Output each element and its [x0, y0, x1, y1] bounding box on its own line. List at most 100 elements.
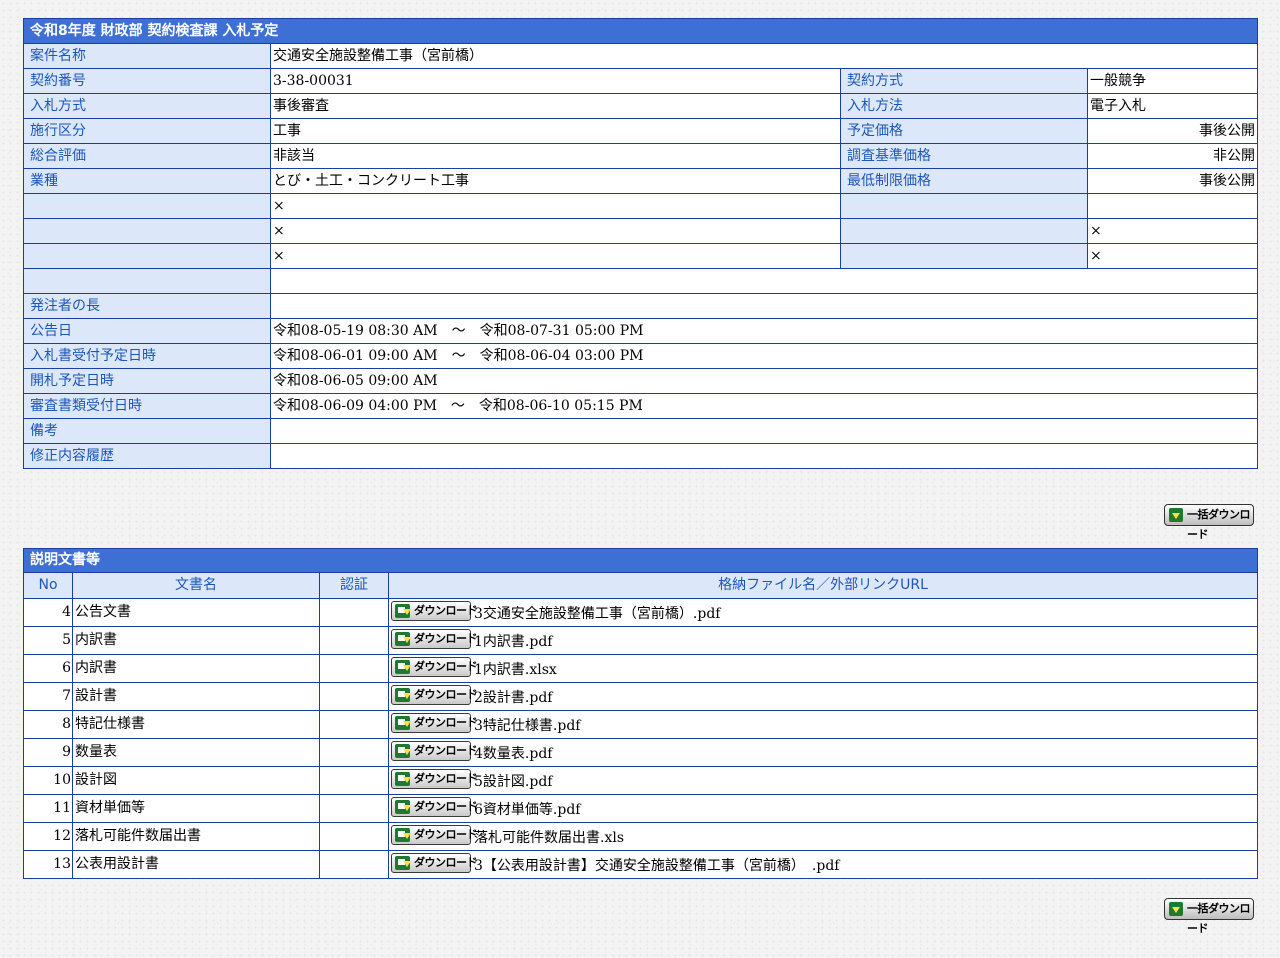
doc-no: 10	[23, 766, 73, 795]
info-label: 契約番号	[23, 68, 271, 94]
info-label: 施行区分	[23, 118, 271, 144]
file-name: 3特記仕様書.pdf	[474, 718, 581, 734]
file-name: 3【公表用設計書】交通安全施設整備工事（宮前橋） .pdf	[474, 858, 840, 874]
table-row: 8 特記仕様書 ダウンロード3特記仕様書.pdf	[23, 710, 1258, 739]
info-value: 工事	[270, 118, 841, 144]
doc-file: ダウンロード3交通安全施設整備工事（宮前橋）.pdf	[388, 598, 1258, 627]
info-label: 審査書類受付日時	[23, 393, 271, 419]
doc-file: ダウンロード6資材単価等.pdf	[388, 794, 1258, 823]
download-label: ダウンロード	[414, 688, 478, 701]
table-row: 10 設計図 ダウンロード5設計図.pdf	[23, 766, 1258, 795]
info-row: 開札予定日時 令和08-06-05 09:00 AM	[23, 368, 1258, 394]
doc-name: 資材単価等	[72, 794, 320, 823]
doc-file: ダウンロード1内訳書.pdf	[388, 626, 1258, 655]
col-header-no: No	[23, 572, 73, 599]
col-header-name: 文書名	[72, 572, 320, 599]
table-row: 11 資材単価等 ダウンロード6資材単価等.pdf	[23, 794, 1258, 823]
doc-name: 公表用設計書	[72, 850, 320, 879]
download-button[interactable]: ダウンロード	[391, 601, 478, 621]
doc-name: 公告文書	[72, 598, 320, 627]
download-label: ダウンロード	[414, 660, 478, 673]
info-value: 令和08-06-09 04:00 PM ～ 令和08-06-10 05:15 P…	[270, 393, 1258, 419]
info-row: ×	[23, 193, 1258, 219]
info-label: 発注者の長	[23, 293, 271, 319]
info-row: 業種 とび・土工・コンクリート工事 最低制限価格 事後公開	[23, 168, 1258, 194]
download-icon	[1169, 508, 1183, 522]
download-label: ダウンロード	[414, 744, 478, 757]
download-button[interactable]: ダウンロード	[391, 853, 478, 873]
info-value: ×	[270, 193, 841, 219]
info-label	[23, 268, 271, 294]
download-button[interactable]: ダウンロード	[391, 797, 478, 817]
table-row: 12 落札可能件数届出書 ダウンロード落札可能件数届出書.xls	[23, 822, 1258, 851]
info-value: 3-38-00031	[270, 68, 841, 94]
download-button[interactable]: ダウンロード	[391, 657, 478, 677]
download-label: ダウンロード	[414, 716, 478, 729]
info-row: × ×	[23, 243, 1258, 269]
doc-name: 設計書	[72, 682, 320, 711]
download-icon	[395, 632, 411, 646]
info-row: 修正内容履歴	[23, 443, 1258, 469]
info-value	[270, 418, 1258, 444]
download-icon	[395, 660, 411, 674]
download-button[interactable]: ダウンロード	[391, 769, 478, 789]
download-button[interactable]: ダウンロード	[391, 713, 478, 733]
info-label: 備考	[23, 418, 271, 444]
file-name: 2設計書.pdf	[474, 690, 553, 706]
info-label	[840, 218, 1088, 244]
info-value: とび・土工・コンクリート工事	[270, 168, 841, 194]
download-button[interactable]: ダウンロード	[391, 685, 478, 705]
info-value: 令和08-06-01 09:00 AM ～ 令和08-06-04 03:00 P…	[270, 343, 1258, 369]
info-value: ×	[270, 218, 841, 244]
info-label: 入札書受付予定日時	[23, 343, 271, 369]
file-name: 3交通安全施設整備工事（宮前橋）.pdf	[474, 606, 721, 622]
download-label: ダウンロード	[414, 604, 478, 617]
doc-auth	[319, 850, 389, 879]
info-row: 総合評価 非該当 調査基準価格 非公開	[23, 143, 1258, 169]
doc-file: ダウンロード1内訳書.xlsx	[388, 654, 1258, 683]
doc-no: 7	[23, 682, 73, 711]
info-label	[23, 243, 271, 269]
info-row	[23, 268, 1258, 294]
info-value: ×	[1087, 243, 1258, 269]
bulk-download-label: 一括ダウンロード	[1187, 902, 1251, 935]
docs-title: 説明文書等	[23, 548, 1258, 573]
info-label	[840, 193, 1088, 219]
info-value: 交通安全施設整備工事（宮前橋）	[270, 43, 1258, 69]
info-value: 事後審査	[270, 93, 841, 119]
doc-no: 12	[23, 822, 73, 851]
doc-name: 内訳書	[72, 626, 320, 655]
doc-name: 特記仕様書	[72, 710, 320, 739]
download-icon	[395, 828, 411, 842]
doc-auth	[319, 710, 389, 739]
doc-auth	[319, 626, 389, 655]
info-row: 契約番号 3-38-00031 契約方式 一般競争	[23, 68, 1258, 94]
info-value: 非公開	[1087, 143, 1258, 169]
download-label: ダウンロード	[414, 800, 478, 813]
info-label: 公告日	[23, 318, 271, 344]
doc-file: ダウンロード3特記仕様書.pdf	[388, 710, 1258, 739]
download-button[interactable]: ダウンロード	[391, 629, 478, 649]
bulk-download-button-top[interactable]: 一括ダウンロード	[1164, 504, 1254, 541]
info-value: 非該当	[270, 143, 841, 169]
info-value	[270, 268, 1258, 294]
download-label: ダウンロード	[414, 772, 478, 785]
doc-file: ダウンロード2設計書.pdf	[388, 682, 1258, 711]
info-value: 事後公開	[1087, 118, 1258, 144]
bulk-download-button-bottom[interactable]: 一括ダウンロード	[1164, 898, 1254, 935]
download-label: ダウンロード	[414, 828, 478, 841]
download-icon	[395, 772, 411, 786]
info-value	[270, 293, 1258, 319]
info-label	[23, 218, 271, 244]
download-icon	[395, 800, 411, 814]
file-name: 1内訳書.pdf	[474, 634, 553, 650]
doc-file: ダウンロード落札可能件数届出書.xls	[388, 822, 1258, 851]
info-label: 入札方式	[23, 93, 271, 119]
doc-no: 13	[23, 850, 73, 879]
file-name: 4数量表.pdf	[474, 746, 553, 762]
download-button[interactable]: ダウンロード	[391, 825, 478, 845]
table-row: 13 公表用設計書 ダウンロード3【公表用設計書】交通安全施設整備工事（宮前橋） .…	[23, 850, 1258, 879]
info-value: 電子入札	[1087, 93, 1258, 119]
download-button[interactable]: ダウンロード	[391, 741, 478, 761]
info-value: 一般競争	[1087, 68, 1258, 94]
